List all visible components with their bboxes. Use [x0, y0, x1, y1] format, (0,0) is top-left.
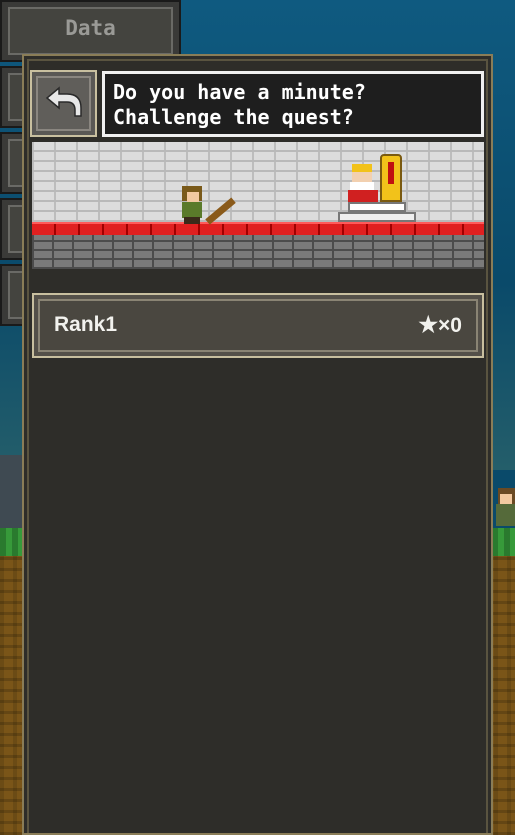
background-character	[494, 488, 515, 530]
castle-wall	[32, 142, 484, 222]
quest-rank-card[interactable]: Rank1 ★×0	[32, 293, 484, 358]
back-arrow-icon	[45, 86, 82, 117]
red-carpet	[32, 222, 484, 235]
menu-button-data[interactable]: Data	[0, 0, 181, 62]
throne	[380, 154, 402, 202]
star-count: ★×0	[418, 312, 462, 338]
stone-floor	[32, 235, 484, 269]
hero-character	[178, 186, 236, 225]
speech-line-1: Do you have a minute?	[113, 80, 366, 104]
star-icon: ★	[418, 312, 439, 337]
menu-button-data-label: Data	[65, 16, 116, 40]
king-character	[346, 164, 380, 202]
rank-label: Rank1	[54, 313, 118, 336]
throne-dais	[338, 212, 416, 222]
star-count-value: ×0	[438, 314, 462, 337]
speech-bubble: Do you have a minute? Challenge the ques…	[102, 71, 484, 137]
speech-line-2: Challenge the quest?	[113, 105, 354, 129]
throne-room-scene	[32, 142, 484, 269]
back-button[interactable]	[30, 70, 97, 137]
throne-step	[348, 202, 406, 212]
